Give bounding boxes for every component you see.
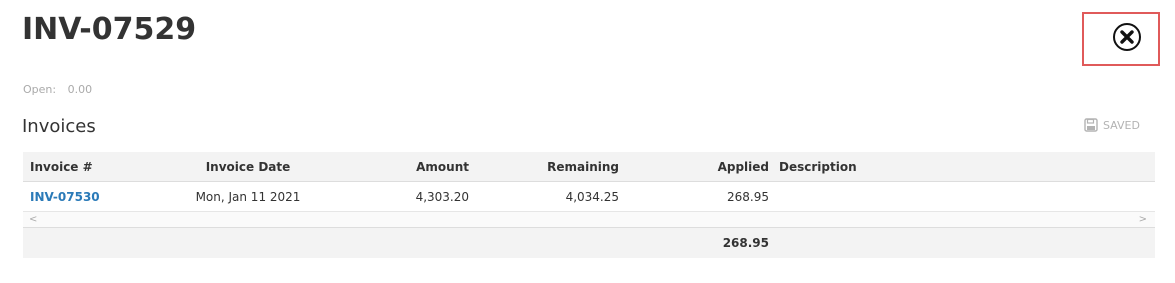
table-row: INV-07530 Mon, Jan 11 2021 4,303.20 4,03… xyxy=(23,182,1155,212)
close-icon xyxy=(1120,30,1134,44)
invoice-date-cell: Mon, Jan 11 2021 xyxy=(195,190,301,204)
col-description-header[interactable]: Description xyxy=(779,152,857,182)
col-amount-header[interactable]: Amount xyxy=(363,152,469,182)
amount-cell: 4,303.20 xyxy=(415,190,469,204)
applied-total: 268.95 xyxy=(722,236,769,250)
table-header: Invoice # Invoice Date Amount Remaining … xyxy=(23,152,1155,182)
open-balance: Open: 0.00 xyxy=(23,83,92,96)
col-remaining-header[interactable]: Remaining xyxy=(513,152,619,182)
invoices-table: Invoice # Invoice Date Amount Remaining … xyxy=(23,152,1155,258)
col-date-header[interactable]: Invoice Date xyxy=(193,152,303,182)
col-applied-header[interactable]: Applied xyxy=(663,152,769,182)
floppy-disk-icon xyxy=(1084,118,1098,132)
saved-indicator: SAVED xyxy=(1084,118,1140,132)
open-label: Open: xyxy=(23,83,57,96)
remaining-cell: 4,034.25 xyxy=(565,190,619,204)
page-title: INV-07529 xyxy=(22,12,197,47)
scroll-left-icon[interactable]: < xyxy=(29,212,37,228)
open-value: 0.00 xyxy=(67,83,93,96)
col-invoice-header[interactable]: Invoice # xyxy=(30,152,93,182)
close-button[interactable] xyxy=(1113,23,1141,51)
saved-label: SAVED xyxy=(1103,118,1140,132)
scroll-right-icon[interactable]: > xyxy=(1139,212,1147,228)
horizontal-scrollbar[interactable]: < > xyxy=(23,212,1155,228)
applied-cell[interactable]: 268.95 xyxy=(663,182,769,212)
section-title: Invoices xyxy=(22,116,96,137)
invoice-link[interactable]: INV-07530 xyxy=(30,182,100,212)
table-footer: 268.95 xyxy=(23,228,1155,258)
